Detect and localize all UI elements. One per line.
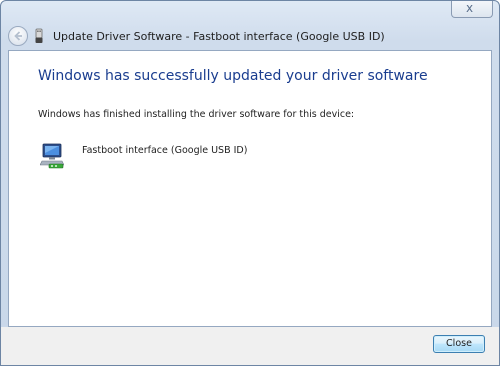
title-bar: x Update Driver Software - Fastboot inte… bbox=[1, 1, 499, 47]
window-close-button[interactable]: x bbox=[451, 1, 493, 18]
close-icon: x bbox=[466, 1, 474, 15]
dialog-window: x Update Driver Software - Fastboot inte… bbox=[0, 0, 500, 366]
device-name: Fastboot interface (Google USB ID) bbox=[82, 145, 248, 156]
content-panel: Windows has successfully updated your dr… bbox=[8, 50, 492, 327]
dialog-footer bbox=[1, 327, 499, 365]
window-title: Update Driver Software - Fastboot interf… bbox=[53, 30, 385, 43]
computer-device-icon bbox=[40, 143, 64, 169]
back-button[interactable] bbox=[8, 26, 28, 46]
close-button[interactable]: Close bbox=[433, 335, 485, 353]
install-message: Windows has finished installing the driv… bbox=[38, 109, 355, 120]
success-heading: Windows has successfully updated your dr… bbox=[38, 68, 428, 84]
usb-device-icon bbox=[35, 28, 43, 43]
back-arrow-icon bbox=[14, 31, 22, 41]
